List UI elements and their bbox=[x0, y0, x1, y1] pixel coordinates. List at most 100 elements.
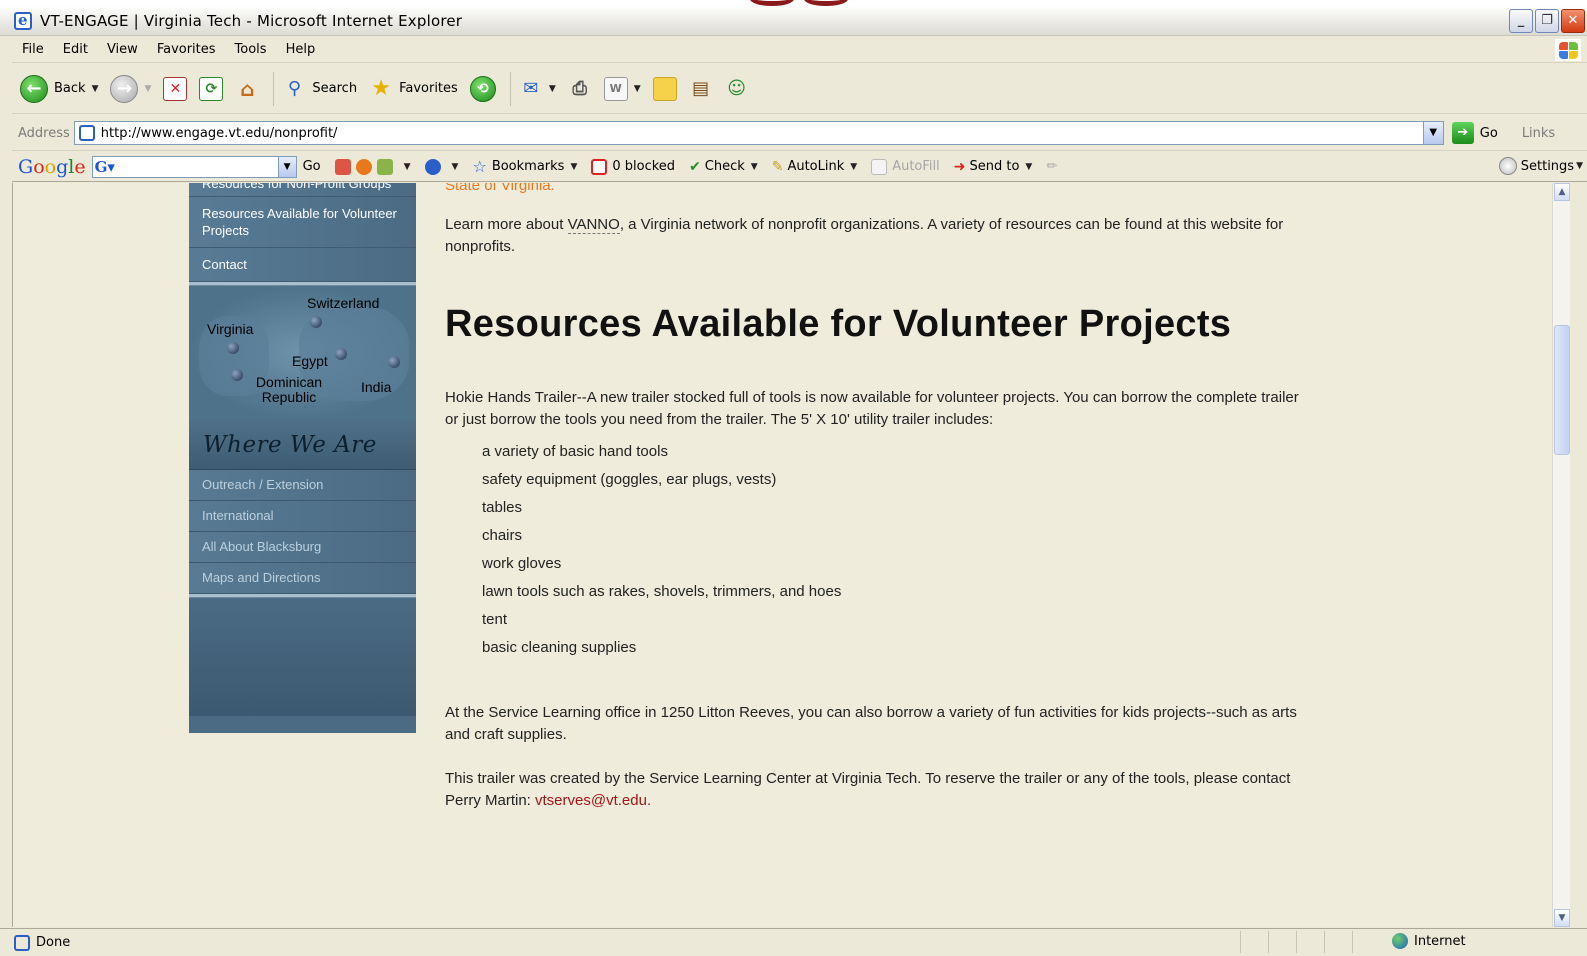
sidebar-footer bbox=[189, 598, 416, 716]
google-search-dropdown-icon[interactable]: ▼ bbox=[277, 156, 296, 177]
links-toolbar[interactable]: Links bbox=[1522, 126, 1555, 141]
status-cell bbox=[1324, 931, 1352, 953]
go-button[interactable]: ➔ Go bbox=[1451, 122, 1498, 144]
refresh-button[interactable]: ⟳ bbox=[199, 76, 224, 101]
sidebar-link-contact[interactable]: Contact bbox=[189, 248, 416, 282]
settings-gear-icon bbox=[1498, 157, 1517, 175]
research-button[interactable]: ▤ bbox=[689, 77, 713, 101]
spellcheck-icon: ✔ bbox=[689, 158, 701, 175]
forward-dropdown-icon[interactable]: ▼ bbox=[144, 84, 151, 94]
mail-button[interactable]: ✉ ▼ bbox=[519, 77, 556, 101]
menu-view[interactable]: View bbox=[107, 42, 138, 57]
title-bar: VT-ENGAGE | Virginia Tech - Microsoft In… bbox=[0, 6, 1587, 36]
form-icon bbox=[871, 158, 888, 175]
vanno-pre-text: Learn more about bbox=[445, 216, 568, 233]
messenger-button[interactable]: ☺ bbox=[725, 77, 749, 101]
menu-file[interactable]: File bbox=[22, 42, 44, 57]
back-button[interactable]: ← Back ▼ bbox=[20, 74, 99, 103]
history-icon: ⟲ bbox=[469, 75, 496, 102]
minimize-button[interactable]: _ bbox=[1509, 9, 1533, 33]
send-to-button[interactable]: ➜ Send to ▼ bbox=[954, 159, 1033, 175]
map-label-switzerland: Switzerland bbox=[307, 295, 380, 311]
email-link[interactable]: vtserves@vt.edu bbox=[535, 792, 647, 809]
security-zone[interactable]: Internet bbox=[1392, 933, 1466, 949]
back-dropdown-icon[interactable]: ▼ bbox=[92, 84, 99, 94]
menu-tools[interactable]: Tools bbox=[235, 42, 267, 57]
google-go-button[interactable]: Go bbox=[303, 159, 321, 174]
ie-icon[interactable] bbox=[14, 11, 32, 30]
print-button[interactable]: ⎙ bbox=[568, 77, 592, 101]
address-dropdown-icon[interactable]: ▼ bbox=[1422, 122, 1443, 144]
dell-dropdown-icon[interactable]: ▼ bbox=[452, 162, 459, 172]
history-button[interactable]: ⟲ bbox=[469, 75, 496, 102]
discuss-button[interactable] bbox=[652, 76, 677, 101]
map-label-egypt: Egypt bbox=[292, 353, 328, 369]
status-cell bbox=[1352, 931, 1380, 953]
map-label-virginia: Virginia bbox=[207, 321, 254, 337]
status-cells bbox=[1240, 931, 1380, 953]
tools-dropdown-icon[interactable]: ▼ bbox=[404, 162, 411, 172]
reserve-paragraph: This trailer was created by the Service … bbox=[445, 768, 1305, 812]
star-icon: ★ bbox=[371, 76, 391, 101]
menu-bar: File Edit View Favorites Tools Help bbox=[12, 37, 1587, 63]
dell-button[interactable]: ▼ bbox=[424, 158, 459, 175]
forward-arrow-icon: → bbox=[110, 74, 139, 103]
menu-help[interactable]: Help bbox=[286, 42, 316, 57]
settings-label: Settings bbox=[1520, 158, 1575, 174]
autofill-button[interactable]: AutoFill bbox=[871, 158, 940, 175]
sidebar-link-volunteer[interactable]: Resources Available for Volunteer Projec… bbox=[189, 197, 416, 248]
world-map[interactable]: Virginia Switzerland Egypt Dominican Rep… bbox=[189, 286, 416, 420]
bookmarks-button[interactable]: ☆ Bookmarks ▼ bbox=[472, 157, 577, 176]
edit-dropdown-icon[interactable]: ▼ bbox=[634, 84, 641, 94]
sidebar-link-international[interactable]: International bbox=[189, 501, 416, 532]
search-button[interactable]: ⚲ Search bbox=[282, 77, 357, 101]
google-logo[interactable]: Google bbox=[18, 156, 86, 178]
scroll-up-icon[interactable]: ▲ bbox=[1554, 183, 1570, 201]
favorites-label: Favorites bbox=[399, 81, 458, 96]
sidebar-link-nonprofit[interactable]: Resources for Non-Profit Groups bbox=[189, 183, 416, 197]
back-arrow-icon: ← bbox=[20, 74, 48, 103]
highlight-icon[interactable]: ✏ bbox=[1046, 159, 1057, 174]
address-bar: Address http://www.engage.vt.edu/nonprof… bbox=[12, 116, 1587, 151]
spell-check-button[interactable]: ✔ Check ▼ bbox=[689, 159, 758, 175]
refresh-icon: ⟳ bbox=[199, 76, 224, 101]
state-of-virginia-link[interactable]: State of Virginia. bbox=[445, 183, 555, 195]
status-bar: Done Internet bbox=[0, 928, 1587, 956]
home-button[interactable]: ⌂ bbox=[235, 77, 259, 101]
google-g-icon: G▾ bbox=[94, 157, 115, 176]
favorites-button[interactable]: ★ Favorites bbox=[369, 76, 458, 101]
search-label: Search bbox=[312, 81, 358, 96]
popup-blocker-button[interactable]: 0 blocked bbox=[591, 158, 675, 175]
vanno-abbr[interactable]: VANNO bbox=[567, 216, 620, 234]
scroll-down-icon[interactable]: ▼ bbox=[1554, 909, 1570, 927]
scroll-thumb[interactable] bbox=[1554, 325, 1570, 455]
autofill-label: AutoFill bbox=[892, 159, 940, 174]
address-input[interactable]: http://www.engage.vt.edu/nonprofit/ ▼ bbox=[73, 121, 1444, 145]
back-label: Back bbox=[54, 81, 86, 96]
restore-button[interactable]: ❐ bbox=[1535, 9, 1559, 33]
where-we-are-title: Where We Are bbox=[189, 420, 416, 470]
close-button[interactable]: ✕ bbox=[1561, 9, 1585, 33]
edit-button[interactable]: W ▼ bbox=[603, 76, 641, 101]
messenger-people-icon: ☺ bbox=[727, 78, 747, 99]
window-controls: _ ❐ ✕ bbox=[1509, 9, 1585, 33]
google-search-input[interactable]: G▾ ▼ bbox=[91, 155, 297, 178]
settings-button[interactable]: Settings ▼ bbox=[1498, 157, 1583, 175]
sidebar-link-blacksburg[interactable]: All About Blacksburg bbox=[189, 532, 416, 563]
note-icon bbox=[652, 76, 677, 101]
sidebar-link-outreach[interactable]: Outreach / Extension bbox=[189, 470, 416, 501]
menu-favorites[interactable]: Favorites bbox=[157, 42, 216, 57]
go-label: Go bbox=[1479, 125, 1498, 141]
map-pin-icon bbox=[227, 342, 239, 354]
sidebar: Resources for Non-Profit Groups Resource… bbox=[189, 183, 416, 733]
autolink-button[interactable]: ✎ AutoLink ▼ bbox=[772, 159, 857, 175]
mail-dropdown-icon[interactable]: ▼ bbox=[549, 84, 556, 94]
toolbar-separator bbox=[273, 71, 275, 106]
stop-button[interactable]: ✕ bbox=[163, 76, 188, 101]
vertical-scrollbar[interactable]: ▲ ▼ bbox=[1552, 183, 1570, 927]
forward-button[interactable]: → ▼ bbox=[110, 74, 151, 103]
bookmarks-dropdown-icon: ▼ bbox=[570, 161, 578, 172]
menu-edit[interactable]: Edit bbox=[63, 42, 88, 57]
sidebar-link-maps[interactable]: Maps and Directions bbox=[189, 563, 416, 594]
google-tools-group[interactable]: ▼ bbox=[334, 158, 411, 175]
